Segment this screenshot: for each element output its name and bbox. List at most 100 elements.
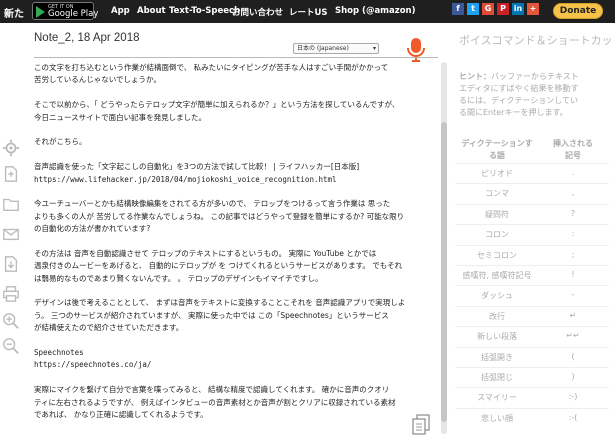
column-header-phrase-line-1: ディクテーションす <box>461 139 533 148</box>
nav-shop[interactable]: Shop (@amazon) <box>335 6 416 16</box>
editor-line: 音声認識を使った「文字起こしの自動化」を3つの方法で試して比較！ | ライフハッ… <box>34 162 360 172</box>
language-select-value: 日本の (Japanese) <box>297 45 349 52</box>
facebook-icon[interactable]: f <box>452 3 464 15</box>
command-symbol: ↵↵ <box>566 331 580 341</box>
editor-line: が結構使えたので紹介させていただきます。 <box>34 323 184 333</box>
command-row: ピリオド. <box>455 164 609 184</box>
command-symbol: ↵ <box>569 310 577 320</box>
new-note-icon[interactable] <box>0 164 22 184</box>
hint-line-3: るには、ディクテーションしてい <box>459 96 579 105</box>
editor-line: 苦労しているんじゃないでしょうか。 <box>34 75 161 85</box>
zoom-in-icon[interactable] <box>0 311 22 331</box>
editor-line: Speechnotes <box>34 347 84 357</box>
command-phrase: 感嘆符, 感嘆符記号 <box>462 271 532 280</box>
nav-text-to-speech[interactable]: Text-To-Speech <box>169 6 240 16</box>
chevron-down-icon: ▾ <box>372 45 376 52</box>
print-icon[interactable] <box>0 284 22 304</box>
donate-button[interactable]: Donate <box>553 3 603 19</box>
editor-line: 今ユーチューバーとかも結構映像編集をされてる方が多いので、 テロップをつけるって… <box>34 199 391 209</box>
open-folder-icon[interactable] <box>0 194 22 214</box>
add-icon[interactable]: + <box>527 3 539 15</box>
column-header-symbol-line-1: 挿入される <box>553 139 593 148</box>
google-play-badge[interactable]: GET IT ON Google Play <box>32 2 98 20</box>
command-symbol: ! <box>571 270 575 279</box>
hint-label: ヒント： <box>459 72 491 81</box>
language-select[interactable]: 日本の (Japanese) ▾ <box>293 43 379 54</box>
command-phrase: ピリオド <box>481 169 513 178</box>
command-symbol: ; <box>571 249 575 259</box>
editor-line: そこで以前から、「 どうやったらテロップ文字が簡単に加えられるか？」という方法を… <box>34 100 400 110</box>
command-row: 感嘆符, 感嘆符記号! <box>455 266 609 286</box>
settings-icon[interactable] <box>0 138 22 158</box>
voice-commands-title: ボイスコマンド＆ショートカット <box>459 34 615 47</box>
command-phrase: 疑問符 <box>485 209 509 219</box>
microphone-icon[interactable] <box>402 36 430 64</box>
command-phrase: コンマ <box>485 189 509 199</box>
command-row: ダッシュ - <box>455 286 609 306</box>
command-row: セミコロン; <box>455 246 609 266</box>
editor-line: う。 三つのサービスが紹介されていますが、 実際に使った中では この「Speec… <box>34 310 389 320</box>
command-row: 疑問符? <box>455 205 609 225</box>
editor-line: 今日ニュースサイトで面白い記事を発見しました。 <box>34 112 207 122</box>
command-phrase: ダッシュ <box>481 291 513 301</box>
command-symbol: ? <box>570 208 576 218</box>
email-icon[interactable] <box>0 224 22 244</box>
column-header-phrase-line-2: る語 <box>489 151 505 160</box>
editor-line: それがこちら。 <box>34 137 87 147</box>
command-row: 改行 ↵ <box>455 307 609 327</box>
command-symbol: :-( <box>568 412 578 422</box>
play-store-icon <box>36 6 45 18</box>
nav-rate-us[interactable]: レートUS <box>289 6 328 18</box>
command-phrase: 括弧開き <box>481 352 513 362</box>
editor-line: ティに左右されるようですが、 例えばインタビューの音声素材とか音声が割とクリアに… <box>34 397 396 407</box>
command-phrase: スマイリー <box>477 393 517 403</box>
hint-line-1: バッファーからテキスト <box>491 72 579 81</box>
command-symbol: - <box>571 290 575 300</box>
editor-line: 温泉付きのムービーをあげると、 自動的にテロップが を つけてくれるというサービ… <box>34 261 403 271</box>
command-symbol: . <box>571 168 575 177</box>
editor-line: https://www.lifehacker.jp/2018/04/mojiok… <box>34 174 337 184</box>
command-row: 括弧閉じ) <box>455 368 609 388</box>
note-editor[interactable]: この文字を打ち込むという作業が結構面倒で、 私みたいにタイピングが苦手な人はすご… <box>34 62 438 444</box>
command-symbol: ( <box>571 351 575 361</box>
column-header-symbol-line-2: 記号 <box>565 151 581 160</box>
editor-scrollbar-thumb[interactable] <box>441 122 447 422</box>
command-phrase: 新しい段落 <box>477 332 517 342</box>
column-header-phrase: ディクテーションす る語 <box>455 138 539 162</box>
editor-scrollbar[interactable] <box>441 62 447 434</box>
command-row: コンマ, <box>455 184 609 204</box>
twitter-icon[interactable]: t <box>467 3 479 15</box>
command-row: 悲しい顔:-( <box>455 409 609 429</box>
editor-line: の自動化の方法が書かれています? <box>34 224 151 234</box>
linkedin-icon[interactable]: in <box>512 3 524 15</box>
command-row: スマイリー:-) <box>455 388 609 408</box>
title-divider <box>34 57 438 58</box>
site-logo[interactable]: 新た <box>4 5 24 20</box>
command-phrase: セミコロン <box>477 250 517 260</box>
editor-line: デザインは後で考えることとして、 まずは音声をテキストに変換することこそれを 音… <box>34 298 406 308</box>
nav-app[interactable]: App <box>111 6 130 16</box>
command-phrase: 改行 <box>489 311 505 321</box>
pinterest-icon[interactable]: P <box>497 3 509 15</box>
command-phrase: コロン <box>485 230 509 240</box>
column-header-symbol: 挿入される 記号 <box>543 138 603 162</box>
editor-line: https://speechnotes.co/ja/ <box>34 360 152 370</box>
command-row: 括弧開き ( <box>455 348 609 368</box>
command-phrase: 括弧閉じ <box>481 373 513 382</box>
google-plus-icon[interactable]: G <box>482 3 494 15</box>
editor-line: であれば、 かなり正確に認識してくれるようです。 <box>34 409 208 419</box>
nav-contact[interactable]: お問い合わせ <box>232 6 283 18</box>
note-title[interactable]: Note_2, 18 Apr 2018 <box>34 32 140 44</box>
download-icon[interactable] <box>0 254 22 274</box>
editor-line: その方法は 音声を自動認識させて テロップのテキストにするというもの。 実際に … <box>34 248 377 258</box>
copy-icon[interactable] <box>411 414 431 436</box>
command-row: コロン: <box>455 225 609 245</box>
zoom-out-icon[interactable] <box>0 336 22 356</box>
nav-about[interactable]: About <box>137 6 166 16</box>
